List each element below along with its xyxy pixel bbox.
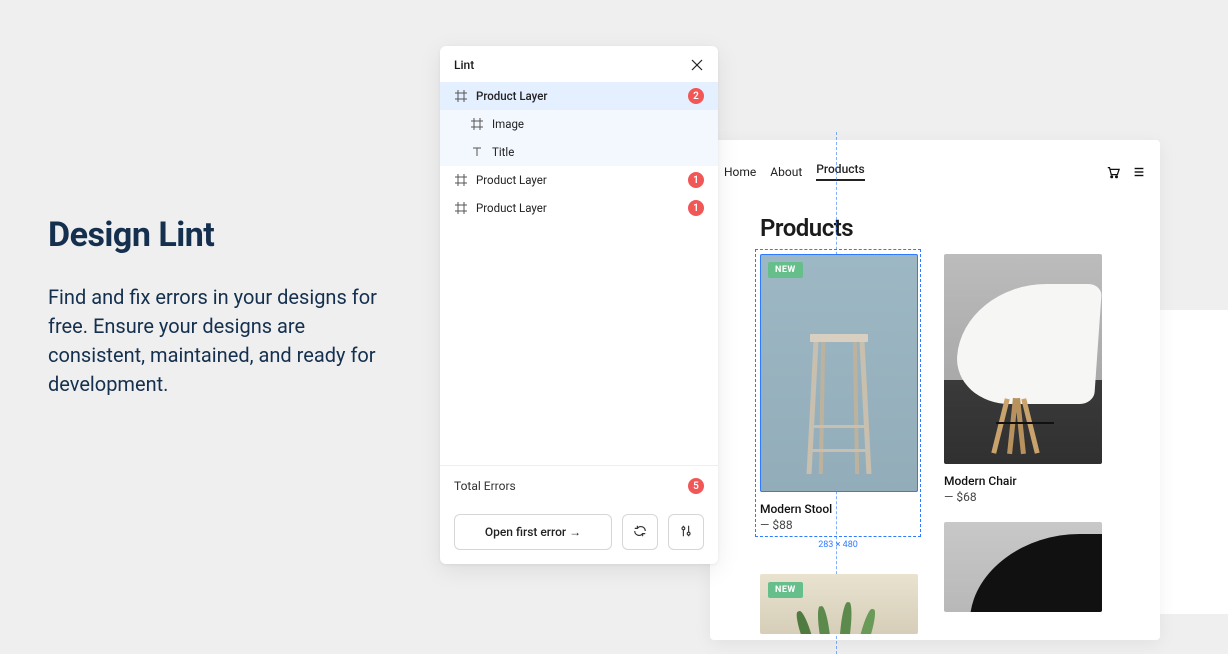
product-column: Modern Chair — $68 [944,254,1102,652]
total-errors-badge: 5 [688,478,704,494]
product-caption: Modern Stool — $88 [760,492,916,532]
open-first-error-button[interactable]: Open first error → [454,514,612,550]
product-name: Modern Stool [760,502,916,516]
frame-icon [454,89,468,103]
product-card-plant[interactable]: NEW [760,574,918,634]
nav-home[interactable]: Home [724,165,756,179]
nav-about[interactable]: About [770,165,802,179]
page-title: Products [760,214,853,242]
hero-description: Find and fix errors in your designs for … [48,283,388,399]
settings-button[interactable] [668,514,704,550]
layer-list: Product Layer 2 Image Title Product Laye… [440,82,718,465]
product-name: Modern Chair [944,474,1102,488]
product-grid: NEW Modern Stool — $88 NEW [760,254,1102,652]
frame-icon [454,201,468,215]
menu-icon[interactable] [1132,165,1146,179]
lint-header: Lint [440,46,718,82]
frame-icon [454,173,468,187]
total-errors-row: Total Errors 5 [440,466,718,506]
frame-icon [470,117,484,131]
nav-products[interactable]: Products [816,162,864,181]
hero-title: Design Lint [48,215,388,255]
site-nav: Home About Products [724,162,1146,181]
stool-illustration [804,334,874,474]
lint-panel-title: Lint [454,58,474,72]
layer-row-product-layer[interactable]: Product Layer 1 [440,166,718,194]
layer-name: Product Layer [476,89,688,103]
product-card-chair[interactable]: Modern Chair — $68 [944,254,1102,504]
product-column: NEW Modern Stool — $88 NEW [760,254,918,652]
design-canvas: Home About Products Products NEW [710,140,1160,640]
product-image [944,254,1102,464]
layer-name: Title [492,145,704,159]
product-caption: Modern Chair — $68 [944,464,1102,504]
text-icon [470,145,484,159]
layer-row-product-layer[interactable]: Product Layer 1 [440,194,718,222]
layer-name: Image [492,117,704,131]
product-image [944,522,1102,612]
chair-illustration [958,284,1088,454]
layer-row-image[interactable]: Image [440,110,718,138]
product-card-black-chair[interactable] [944,522,1102,612]
error-badge: 2 [688,88,704,104]
layer-name: Product Layer [476,201,688,215]
product-price: — $68 [944,490,1102,504]
product-price: — $88 [760,518,916,532]
lint-panel: Lint Product Layer 2 Image Title [440,46,718,564]
product-image: NEW [760,574,918,634]
total-errors-label: Total Errors [454,479,516,493]
button-row: Open first error → [440,506,718,564]
close-icon[interactable] [690,58,704,72]
lint-footer: Total Errors 5 Open first error → [440,465,718,564]
layer-row-product-layer[interactable]: Product Layer 2 [440,82,718,110]
refresh-button[interactable] [622,514,658,550]
layer-row-title[interactable]: Title [440,138,718,166]
open-first-error-label: Open first error → [485,525,581,539]
new-badge: NEW [768,582,803,598]
new-badge: NEW [768,262,803,278]
layer-name: Product Layer [476,173,688,187]
product-card-stool[interactable]: NEW Modern Stool — $88 [758,252,918,534]
error-badge: 1 [688,200,704,216]
hero: Design Lint Find and fix errors in your … [48,215,388,399]
product-image: NEW [760,254,918,492]
sliders-icon [679,524,693,541]
cart-icon[interactable] [1106,165,1120,179]
refresh-icon [633,524,647,541]
error-badge: 1 [688,172,704,188]
